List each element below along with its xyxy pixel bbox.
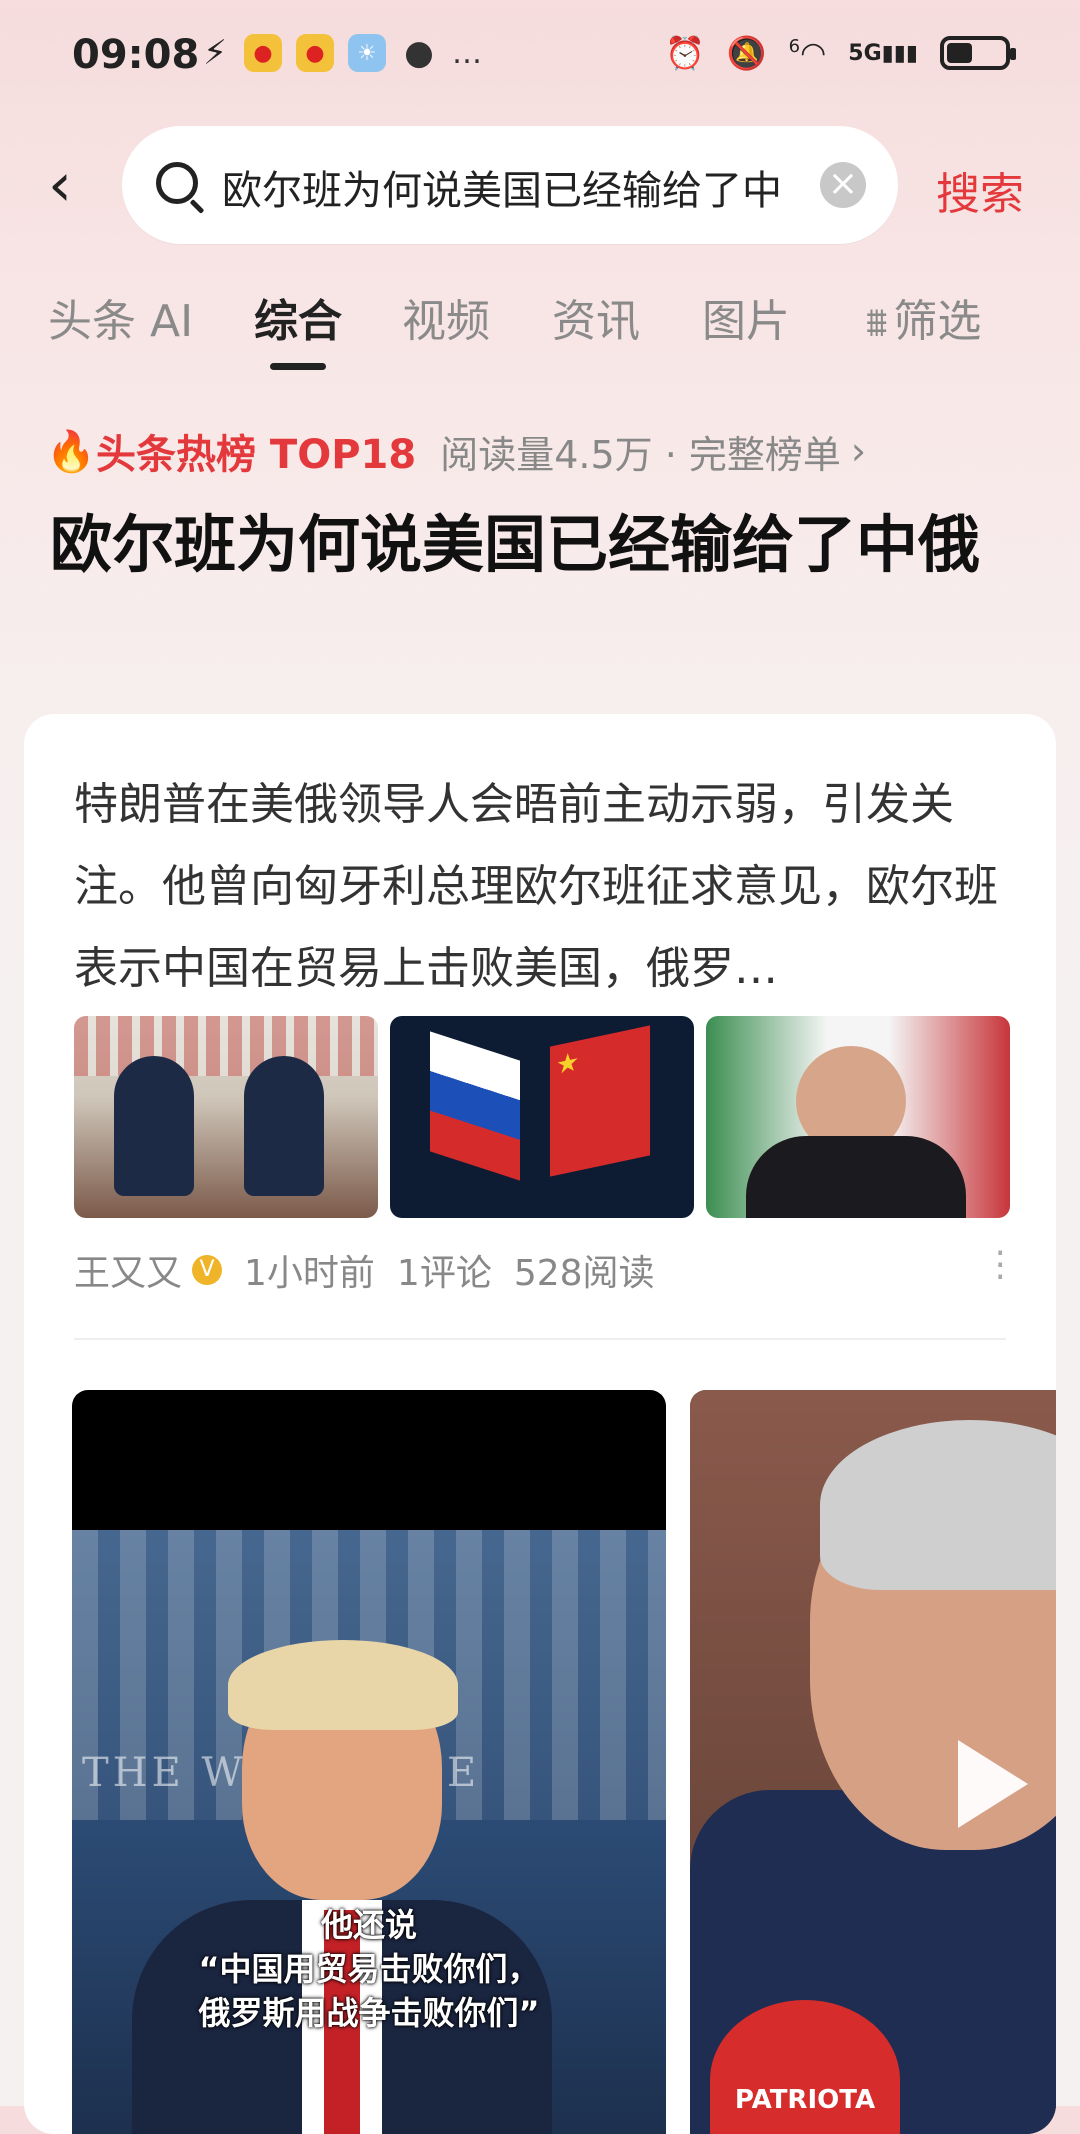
- notification-icons: ⚡ ● ● ☀ ● …: [200, 33, 482, 73]
- tab-filter[interactable]: ⩩ 筛选: [866, 285, 981, 349]
- active-tab-indicator: [270, 363, 326, 370]
- thumbnail-leaders-handshake[interactable]: [74, 1016, 378, 1218]
- tab-news[interactable]: 资讯: [552, 285, 640, 349]
- verified-badge-icon: V: [192, 1255, 223, 1285]
- tiktok-icon: ⚡: [203, 33, 227, 73]
- hot-list-meta: 阅读量4.5万 · 完整榜单: [440, 432, 841, 477]
- page-title[interactable]: 欧尔班为何说美国已经输给了中俄: [50, 500, 1030, 590]
- result-tabs: 头条 AI 综合 视频 资讯 图片 ⩩ 筛选: [0, 285, 1080, 370]
- tab-images[interactable]: 图片: [702, 285, 790, 349]
- divider: [74, 1338, 1006, 1340]
- search-icon: [156, 162, 198, 204]
- video-caption-line-3: 俄罗斯用战争击败你们”: [198, 1994, 540, 2032]
- hot-list-label: 头条热榜 TOP18: [96, 432, 417, 478]
- video-caption-line-2: “中国用贸易击败你们，: [198, 1950, 540, 1988]
- chat-icon: ●: [404, 33, 434, 73]
- result-card: 特朗普在美俄领导人会晤前主动示弱，引发关注。他曾向匈牙利总理欧尔班征求意见，欧尔…: [24, 714, 1056, 2134]
- more-notifications-icon: …: [452, 35, 482, 71]
- flame-icon: 🔥: [46, 429, 96, 475]
- signal-icon: 5G▮▮▮: [848, 40, 918, 66]
- thumbnail-speaker[interactable]: [706, 1016, 1010, 1218]
- article-thumbnails: ★: [74, 1016, 1010, 1218]
- mute-icon: 🔕: [726, 34, 767, 72]
- video-card-1[interactable]: THE WH HOUSE 他还说 “中国用贸易击败你们， 俄罗斯用战争击败你们”: [72, 1390, 666, 2134]
- article-meta: 王又又 V 1小时前 1评论 528阅读: [74, 1244, 655, 1296]
- status-time: 09:08: [72, 32, 200, 78]
- weather-icon: ☀: [348, 34, 386, 72]
- weibo-icon-2: ●: [296, 34, 334, 72]
- clear-icon[interactable]: ×: [820, 162, 866, 208]
- publish-time: 1小时前: [244, 1253, 375, 1294]
- search-button[interactable]: 搜索: [936, 158, 1024, 222]
- comment-count: 1评论: [396, 1253, 492, 1294]
- weibo-icon: ●: [244, 34, 282, 72]
- hot-list-link[interactable]: 🔥 头条热榜 TOP18 阅读量4.5万 · 完整榜单 ›: [46, 422, 866, 480]
- tab-all[interactable]: 综合: [254, 285, 342, 370]
- play-icon[interactable]: [958, 1740, 1028, 1828]
- tab-video[interactable]: 视频: [402, 285, 490, 349]
- search-query[interactable]: 欧尔班为何说美国已经输给了中俄: [222, 158, 782, 216]
- speaker-figure: [132, 1640, 552, 2134]
- alarm-icon: ⏰: [664, 34, 705, 72]
- filter-icon: ⩩: [866, 300, 888, 346]
- back-button[interactable]: ‹: [48, 150, 98, 220]
- battery-icon: [940, 36, 1016, 70]
- system-icons: ⏰ 🔕 6◠ 5G▮▮▮: [664, 34, 1016, 72]
- article-summary[interactable]: 特朗普在美俄领导人会晤前主动示弱，引发关注。他曾向匈牙利总理欧尔班征求意见，欧尔…: [74, 764, 1024, 1010]
- author-name[interactable]: 王又又: [74, 1244, 182, 1296]
- search-input[interactable]: 欧尔班为何说美国已经输给了中俄 ×: [122, 126, 898, 244]
- more-options-icon[interactable]: · · ·: [995, 1236, 1006, 1296]
- video-caption-line-1: 他还说: [320, 1906, 417, 1944]
- chevron-right-icon: ›: [850, 429, 867, 473]
- status-bar: 09:08 ⚡ ● ● ☀ ● … ⏰ 🔕 6◠ 5G▮▮▮: [0, 0, 1080, 120]
- read-count: 528阅读: [513, 1253, 655, 1294]
- wifi-icon: 6◠: [788, 35, 827, 71]
- video-card-2[interactable]: PATRIOTA: [690, 1390, 1056, 2134]
- video-frame: THE WH HOUSE 他还说 “中国用贸易击败你们， 俄罗斯用战争击败你们”: [72, 1530, 666, 2134]
- thumbnail-flags[interactable]: ★: [390, 1016, 694, 1218]
- tab-toutiao-ai[interactable]: 头条 AI: [48, 285, 193, 349]
